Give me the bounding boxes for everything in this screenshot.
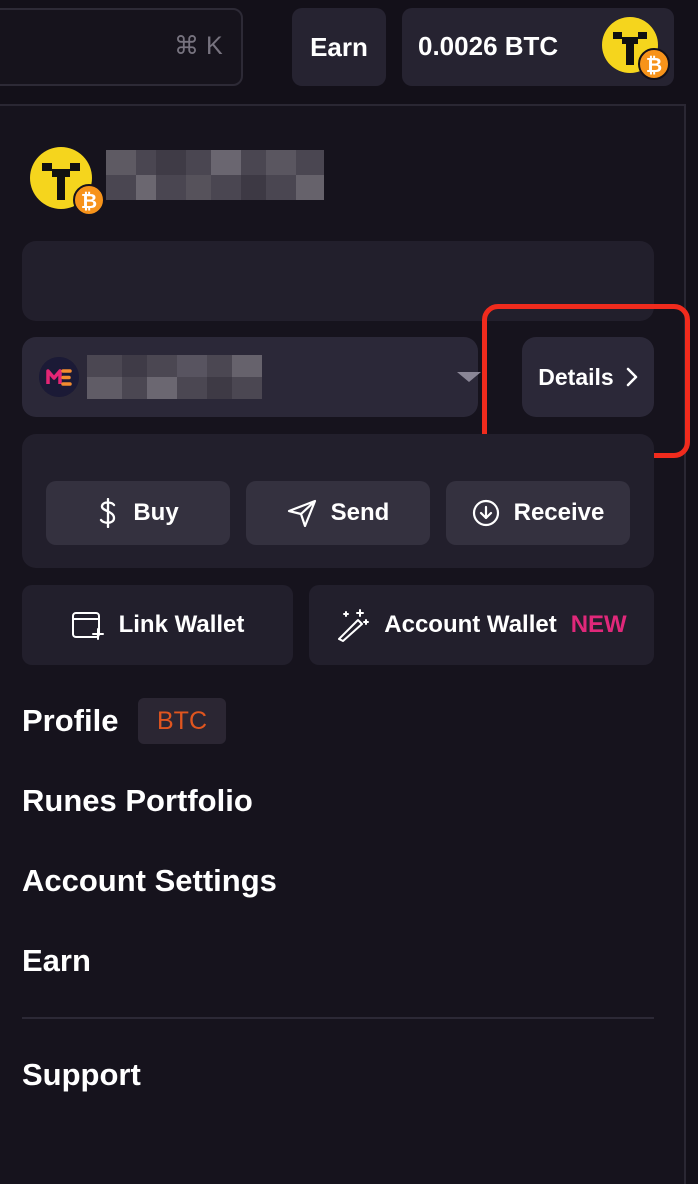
dollar-icon — [100, 498, 116, 528]
receive-label: Receive — [513, 499, 605, 526]
menu-divider — [22, 1017, 654, 1019]
link-wallet-button[interactable]: Link Wallet — [22, 585, 293, 665]
send-button[interactable]: Send — [246, 481, 430, 545]
menu-item-profile[interactable]: Profile — [22, 703, 118, 739]
buy-label: Buy — [133, 499, 179, 526]
earn-button[interactable]: Earn — [292, 8, 386, 86]
account-wallet-button[interactable]: Account Wallet NEW — [309, 585, 654, 665]
wallet-address-redacted — [87, 355, 262, 399]
menu-item-support[interactable]: Support — [22, 1057, 141, 1093]
receive-icon — [472, 499, 499, 527]
svg-text:₿: ₿ — [81, 189, 97, 213]
svg-text:₿: ₿ — [646, 53, 662, 77]
search-shortcut-hint: ⌘ K — [174, 32, 223, 60]
profile-btc-badge[interactable]: BTC — [138, 698, 226, 744]
receive-button[interactable]: Receive — [446, 481, 630, 545]
menu-item-account-settings[interactable]: Account Settings — [22, 863, 277, 899]
bitcoin-icon: ₿ — [73, 184, 105, 216]
link-wallet-label: Link Wallet — [118, 611, 245, 638]
earn-button-label: Earn — [310, 31, 368, 62]
avatar-icon[interactable]: ₿ — [600, 16, 672, 82]
buy-button[interactable]: Buy — [46, 481, 230, 545]
new-badge: NEW — [570, 611, 627, 638]
caret-down-icon[interactable] — [457, 372, 481, 382]
bitcoin-icon: ₿ — [638, 48, 670, 80]
link-wallet-icon — [71, 612, 104, 640]
account-wallet-label: Account Wallet — [384, 611, 557, 638]
menu-item-runes-portfolio[interactable]: Runes Portfolio — [22, 783, 253, 819]
btc-badge-label: BTC — [157, 706, 207, 735]
menu-item-earn[interactable]: Earn — [22, 943, 91, 979]
user-avatar-icon: ₿ — [30, 147, 105, 216]
magic-eden-icon — [39, 357, 79, 397]
send-icon — [287, 499, 316, 527]
magic-wand-icon — [338, 609, 370, 642]
send-label: Send — [330, 499, 390, 526]
balance-label: 0.0026 BTC — [418, 31, 559, 61]
username-redacted — [106, 150, 324, 200]
